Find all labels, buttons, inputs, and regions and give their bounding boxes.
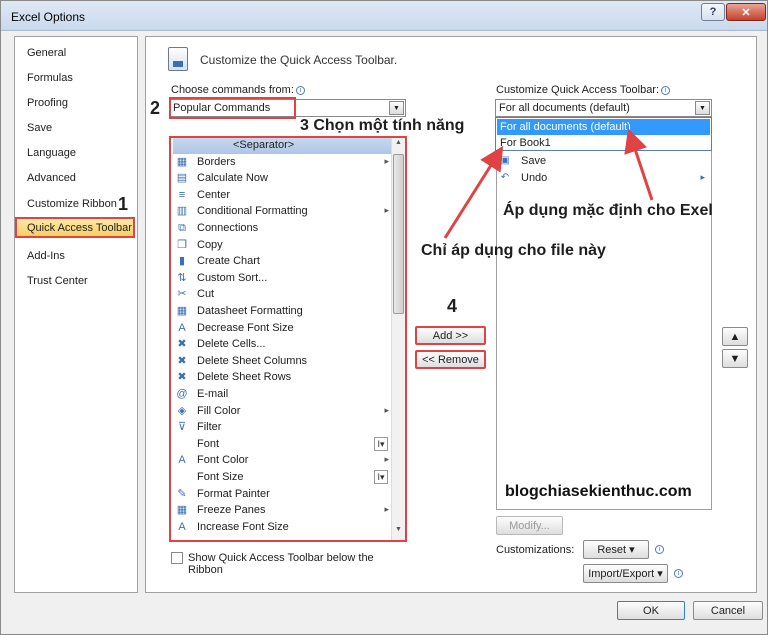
annotation-step-4: 4 — [447, 296, 458, 316]
annotation-this-file: Chỉ áp dụng cho file này — [421, 242, 606, 259]
arrow-default — [624, 128, 654, 201]
arrow-this-file — [443, 145, 504, 239]
annotation-default: Áp dụng mặc định cho Exel — [503, 202, 713, 219]
annotation-step-2: 2 — [150, 98, 161, 118]
annotation-step-3: 3 Chọn một tính năng — [300, 117, 465, 134]
annotation-arrows — [443, 128, 654, 239]
watermark-text: blogchiasekienthuc.com — [505, 483, 692, 500]
annotation-step-1: 1 — [118, 194, 129, 214]
